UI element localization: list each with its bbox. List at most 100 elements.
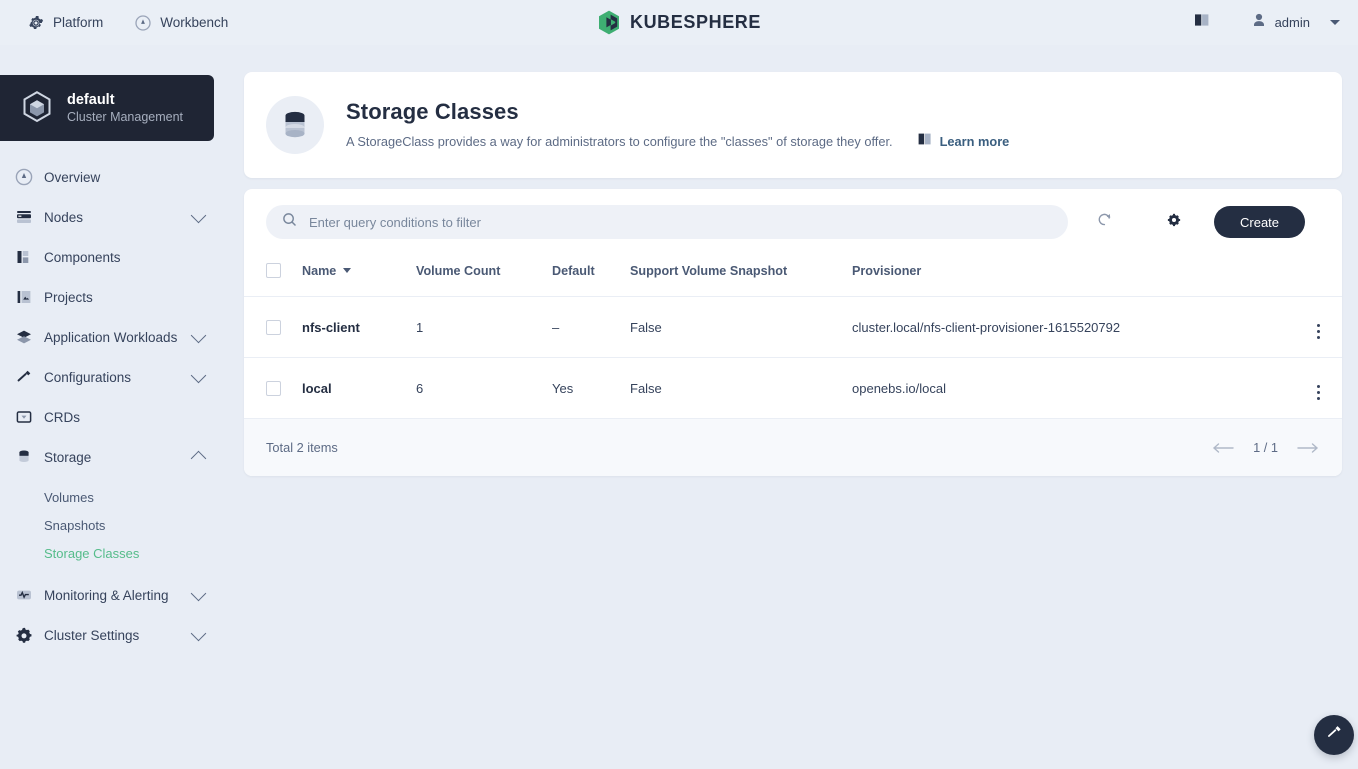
- sidebar-item-storage[interactable]: Storage: [0, 437, 228, 477]
- cluster-text: default Cluster Management: [67, 92, 183, 124]
- sidebar-item-label: Overview: [44, 170, 208, 185]
- table-header: Name Volume Count Default Support Volume…: [244, 255, 1342, 297]
- pagination: 1 / 1: [1211, 440, 1320, 455]
- learn-more-label: Learn more: [940, 134, 1010, 149]
- table-row[interactable]: nfs-client 1 – False cluster.local/nfs-c…: [244, 297, 1342, 358]
- workloads-icon: [14, 327, 34, 347]
- sidebar-item-label: Components: [44, 250, 208, 265]
- sidebar-item-crds[interactable]: CRDs: [0, 397, 228, 437]
- kubesphere-logo-icon: [597, 10, 621, 35]
- sidebar-subitem-label: Snapshots: [44, 518, 105, 533]
- sidebar-item-application-workloads[interactable]: Application Workloads: [0, 317, 228, 357]
- sidebar-item-overview[interactable]: Overview: [0, 157, 228, 197]
- sort-descending-icon[interactable]: [343, 268, 351, 273]
- sidebar: default Cluster Management Overview: [0, 45, 228, 769]
- topnav-item-platform[interactable]: Platform: [14, 9, 117, 37]
- sidebar-item-volumes[interactable]: Volumes: [0, 483, 228, 511]
- table-body: nfs-client 1 – False cluster.local/nfs-c…: [244, 297, 1342, 419]
- page-description: A StorageClass provides a way for admini…: [346, 134, 893, 149]
- cell-name[interactable]: local: [302, 358, 416, 419]
- cell-default: Yes: [552, 358, 630, 419]
- components-icon: [14, 247, 34, 267]
- cell-support-volume-snapshot: False: [630, 297, 852, 358]
- cluster-selector[interactable]: default Cluster Management: [0, 75, 214, 141]
- topnav-label: Workbench: [160, 15, 228, 30]
- hammer-icon: [1325, 723, 1344, 747]
- cell-provisioner: openebs.io/local: [852, 358, 1280, 419]
- row-more-actions-icon[interactable]: [1317, 324, 1321, 340]
- learn-more-link[interactable]: Learn more: [917, 132, 1010, 151]
- sidebar-subitem-label: Volumes: [44, 490, 94, 505]
- sidebar-item-snapshots[interactable]: Snapshots: [0, 511, 228, 539]
- column-header-support-volume-snapshot: Support Volume Snapshot: [630, 255, 852, 297]
- compass-icon: [135, 15, 151, 31]
- row-actions-cell: [1280, 297, 1342, 358]
- chevron-down-icon[interactable]: [191, 585, 207, 601]
- row-select-cell: [244, 358, 302, 419]
- chevron-down-icon[interactable]: [191, 367, 207, 383]
- select-all-checkbox[interactable]: [266, 263, 281, 278]
- cell-volume-count: 6: [416, 358, 552, 419]
- cell-provisioner: cluster.local/nfs-client-provisioner-161…: [852, 297, 1280, 358]
- column-header-default: Default: [552, 255, 630, 297]
- monitoring-icon: [14, 585, 34, 605]
- cell-volume-count: 1: [416, 297, 552, 358]
- arrow-left-icon: [1211, 442, 1235, 454]
- table-settings-button[interactable]: [1156, 204, 1192, 240]
- sidebar-item-monitoring-alerting[interactable]: Monitoring & Alerting: [0, 575, 228, 615]
- column-header-name[interactable]: Name: [302, 255, 416, 297]
- topnav-item-workbench[interactable]: Workbench: [121, 9, 242, 37]
- row-actions-cell: [1280, 358, 1342, 419]
- search-input[interactable]: Enter query conditions to filter: [266, 205, 1068, 239]
- sidebar-item-label: CRDs: [44, 410, 208, 425]
- toolbox-fab-button[interactable]: [1314, 715, 1354, 755]
- table-header-row: Name Volume Count Default Support Volume…: [244, 255, 1342, 297]
- user-menu[interactable]: admin: [1245, 7, 1344, 38]
- docs-button[interactable]: [1183, 4, 1221, 42]
- sidebar-item-storage-classes[interactable]: Storage Classes: [0, 539, 228, 567]
- page-description-row: A StorageClass provides a way for admini…: [346, 132, 1009, 151]
- chevron-up-icon[interactable]: [191, 451, 207, 467]
- sidebar-item-label: Cluster Settings: [44, 628, 193, 643]
- chevron-down-icon[interactable]: [1330, 20, 1340, 25]
- page-header: Storage Classes A StorageClass provides …: [244, 72, 1342, 178]
- sidebar-item-nodes[interactable]: Nodes: [0, 197, 228, 237]
- row-more-actions-icon[interactable]: [1317, 385, 1321, 401]
- main-content: Storage Classes A StorageClass provides …: [228, 45, 1358, 769]
- chevron-down-icon[interactable]: [191, 327, 207, 343]
- create-button[interactable]: Create: [1214, 206, 1305, 238]
- search-icon: [282, 212, 297, 232]
- column-header-label: Name: [302, 264, 336, 278]
- row-checkbox[interactable]: [266, 381, 281, 396]
- cluster-cube-icon: [20, 90, 54, 126]
- sidebar-item-configurations[interactable]: Configurations: [0, 357, 228, 397]
- next-page-button[interactable]: [1296, 442, 1320, 454]
- table-row[interactable]: local 6 Yes False openebs.io/local: [244, 358, 1342, 419]
- topnav-label: Platform: [53, 15, 103, 30]
- row-checkbox[interactable]: [266, 320, 281, 335]
- sidebar-item-cluster-settings[interactable]: Cluster Settings: [0, 615, 228, 655]
- search-placeholder: Enter query conditions to filter: [309, 215, 481, 230]
- book-icon: [917, 132, 933, 151]
- sidebar-item-components[interactable]: Components: [0, 237, 228, 277]
- user-name: admin: [1275, 15, 1310, 30]
- chevron-down-icon[interactable]: [191, 207, 207, 223]
- select-all-header: [244, 255, 302, 297]
- refresh-button[interactable]: [1086, 204, 1122, 240]
- sidebar-item-label: Monitoring & Alerting: [44, 588, 193, 603]
- sidebar-item-label: Projects: [44, 290, 208, 305]
- sidebar-nav: Overview Nodes: [0, 157, 228, 655]
- column-header-actions: [1280, 255, 1342, 297]
- page-header-text: Storage Classes A StorageClass provides …: [346, 99, 1009, 151]
- column-header-volume-count: Volume Count: [416, 255, 552, 297]
- sidebar-item-projects[interactable]: Projects: [0, 277, 228, 317]
- chevron-down-icon[interactable]: [191, 625, 207, 641]
- sidebar-item-label: Application Workloads: [44, 330, 193, 345]
- top-right-actions: admin: [1183, 0, 1344, 45]
- prev-page-button[interactable]: [1211, 442, 1235, 454]
- cell-name[interactable]: nfs-client: [302, 297, 416, 358]
- cell-default: –: [552, 297, 630, 358]
- sidebar-subitem-label: Storage Classes: [44, 546, 139, 561]
- sidebar-item-label: Configurations: [44, 370, 193, 385]
- total-items-label: Total 2 items: [266, 440, 338, 455]
